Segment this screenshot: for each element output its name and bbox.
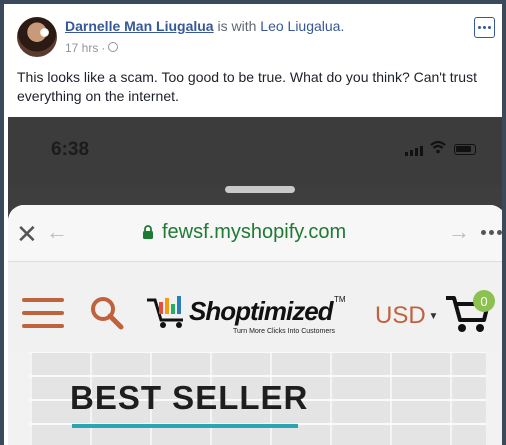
banner-title: BEST SELLER [70, 379, 309, 416]
signal-icon [405, 146, 423, 156]
logo-trademark: TM [334, 295, 346, 304]
browser-url-bar: ✕ ← fewsf.myshopify.com → [8, 205, 502, 262]
logo-text: Shoptimized [189, 296, 334, 326]
browser-sheet: ✕ ← fewsf.myshopify.com → Shoptimized TM… [8, 205, 502, 445]
phone-status-bar: 6:38 [8, 117, 502, 187]
post-timestamp[interactable]: 17 hrs [65, 41, 98, 55]
hamburger-menu-icon [22, 298, 64, 328]
more-options-icon[interactable] [474, 17, 495, 38]
lock-icon [143, 225, 153, 239]
banner-underline [72, 424, 298, 428]
globe-icon[interactable] [108, 42, 119, 52]
shop-logo: Shoptimized TM Turn More Clicks Into Cus… [145, 292, 346, 342]
with-text: is with [217, 18, 257, 34]
cart-count-badge: 0 [473, 290, 495, 312]
best-seller-banner: BEST SELLER [30, 352, 486, 445]
shop-header: Shoptimized TM Turn More Clicks Into Cus… [8, 262, 502, 352]
hair-flower [41, 29, 48, 36]
back-arrow-icon: ← [46, 219, 68, 244]
post-text: This looks like a scam. Too good to be t… [17, 69, 477, 104]
currency-label: USD [375, 302, 426, 329]
chevron-down-icon: ▼ [425, 311, 439, 323]
logo-tagline: Turn More Clicks Into Customers [233, 328, 336, 335]
meta-separator: · [101, 41, 106, 55]
author-link[interactable]: Darnelle Man Liugalua [65, 18, 214, 34]
post-header: Darnelle Man Liugalua is with Leo Liugal… [65, 18, 344, 34]
tagged-user-link[interactable]: Leo Liugalua. [260, 18, 344, 34]
forward-arrow-icon: → [448, 219, 470, 244]
browser-menu-icon [481, 230, 502, 235]
sheet-handle [225, 186, 295, 193]
post-meta: 17 hrs · [65, 41, 119, 55]
currency-selector: USD ▼ [375, 302, 438, 330]
search-icon [91, 297, 124, 330]
attached-screenshot[interactable]: 6:38 ✕ ← fewsf.myshopify.com → Shoptimiz… [8, 117, 502, 445]
phone-time: 6:38 [51, 139, 90, 160]
wifi-icon [430, 140, 446, 154]
close-icon: ✕ [16, 219, 38, 249]
logo-cart-icon [147, 296, 183, 328]
post-card: Darnelle Man Liugalua is with Leo Liugal… [4, 4, 502, 445]
battery-icon [454, 144, 476, 155]
avatar[interactable] [17, 17, 57, 57]
url-text: fewsf.myshopify.com [162, 221, 347, 243]
